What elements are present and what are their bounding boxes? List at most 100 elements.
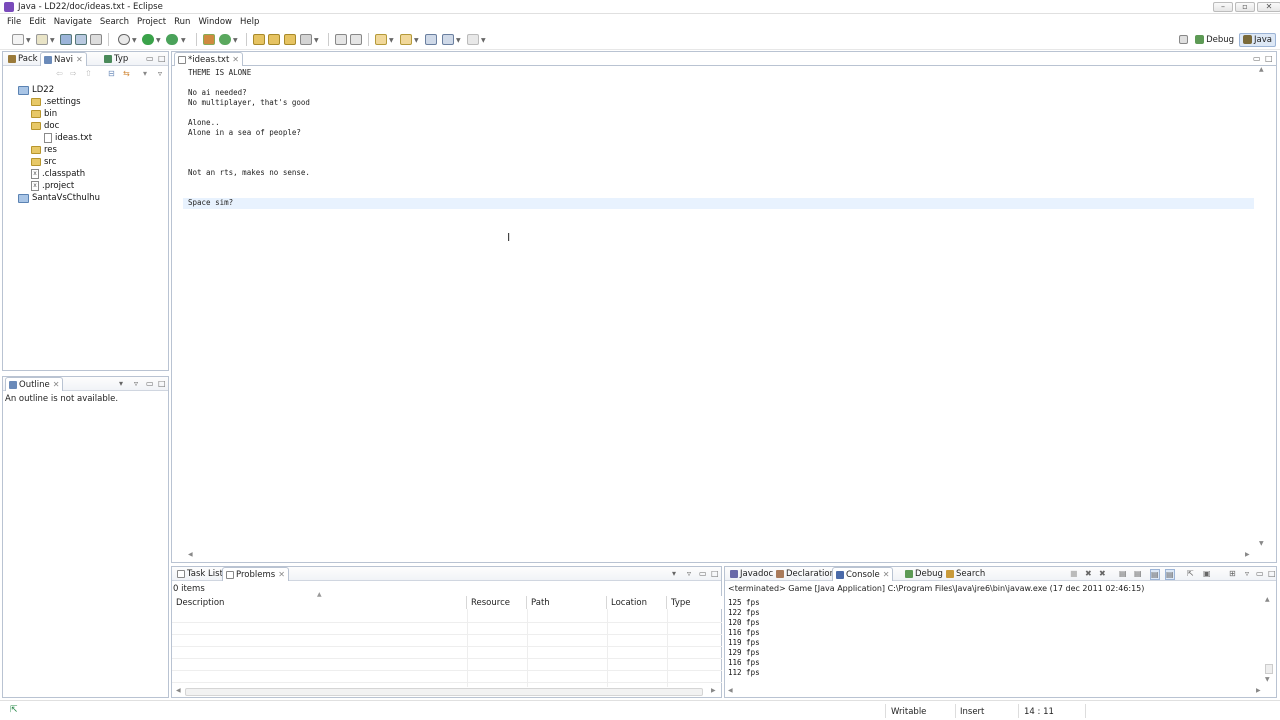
previous-annotation-icon[interactable] <box>400 34 412 45</box>
minimize-icon[interactable]: ▭ <box>146 379 154 388</box>
tree-item[interactable]: SantaVsCthulhu <box>18 192 100 204</box>
maximize-button[interactable]: ▫ <box>1235 2 1255 12</box>
forward-icon[interactable] <box>467 34 479 45</box>
minimize-icon[interactable]: ▭ <box>1256 569 1264 578</box>
tab-search[interactable]: Search <box>943 567 988 581</box>
view-menu-icon[interactable]: ▿ <box>687 569 691 578</box>
save-icon[interactable] <box>60 34 72 45</box>
collapse-all-icon[interactable]: ⊟ <box>108 69 115 78</box>
tree-item[interactable]: x .project <box>31 180 74 192</box>
open-console-icon[interactable]: ⊞ <box>1229 569 1236 578</box>
search-toolbar-icon[interactable] <box>300 34 312 45</box>
filter-icon[interactable]: ▾ <box>143 69 147 78</box>
minimize-button[interactable]: – <box>1213 2 1233 12</box>
maximize-icon[interactable]: □ <box>711 569 719 578</box>
display-console-icon[interactable]: ▣ <box>1203 569 1211 578</box>
terminate-icon[interactable]: ■ <box>1070 569 1078 578</box>
problems-horizontal-scrollbar[interactable]: ◀ ▶ <box>176 687 718 696</box>
minimize-icon[interactable]: ▭ <box>146 54 154 63</box>
menu-window[interactable]: Window <box>194 17 236 27</box>
debug-perspective-button[interactable]: Debug <box>1192 33 1237 47</box>
tree-item[interactable]: src <box>31 156 56 168</box>
menu-project[interactable]: Project <box>133 17 170 27</box>
maximize-icon[interactable]: □ <box>1268 569 1276 578</box>
close-icon[interactable]: ✕ <box>232 55 239 64</box>
forward-icon[interactable]: ⇨ <box>70 69 77 78</box>
run-icon[interactable] <box>142 34 154 45</box>
remove-all-terminated-icon[interactable]: ✖ <box>1099 569 1106 578</box>
menu-file[interactable]: File <box>3 17 25 27</box>
tab-task-list[interactable]: Task List <box>174 567 226 581</box>
open-resource-icon[interactable] <box>268 34 280 45</box>
new-java-project-icon[interactable] <box>36 34 48 45</box>
minimize-icon[interactable]: ▭ <box>1253 54 1261 63</box>
remove-launch-icon[interactable]: ✖ <box>1085 569 1092 578</box>
text-editor[interactable] <box>183 65 1254 549</box>
tree-item[interactable]: LD22 <box>18 84 54 96</box>
open-task-icon[interactable] <box>284 34 296 45</box>
console-horizontal-scrollbar[interactable]: ◀ ▶ <box>728 687 1262 696</box>
toggle-mark-occurrences-icon[interactable] <box>335 34 347 45</box>
tab-ideas-txt[interactable]: *ideas.txt ✕ <box>174 52 243 66</box>
show-on-stderr-icon[interactable]: ▤ <box>1165 569 1175 580</box>
up-icon[interactable]: ⇧ <box>85 69 92 78</box>
tab-console[interactable]: Console ✕ <box>832 567 894 581</box>
new-java-package-icon[interactable] <box>203 34 215 45</box>
fast-view-icon[interactable]: ⇱ <box>10 705 20 715</box>
menu-help[interactable]: Help <box>236 17 263 27</box>
column-resource[interactable]: Resource <box>467 596 527 609</box>
tab-package-explorer[interactable]: Pack <box>5 52 41 66</box>
editor-vertical-scrollbar[interactable]: ▲ ▼ <box>1258 66 1268 550</box>
save-all-icon[interactable] <box>75 34 87 45</box>
tab-debug[interactable]: Debug <box>902 567 946 581</box>
maximize-icon[interactable]: □ <box>1265 54 1273 63</box>
debug-icon[interactable] <box>118 34 130 45</box>
show-whitespace-icon[interactable] <box>350 34 362 45</box>
tree-item[interactable]: .settings <box>31 96 81 108</box>
tree-item[interactable]: res <box>31 144 57 156</box>
back-icon[interactable] <box>442 34 454 45</box>
print-icon[interactable] <box>90 34 102 45</box>
column-type[interactable]: Type <box>667 596 722 609</box>
tab-declaration[interactable]: Declaration <box>773 567 838 581</box>
tab-javadoc[interactable]: Javadoc <box>727 567 776 581</box>
tree-item[interactable]: bin <box>31 108 57 120</box>
tab-problems[interactable]: Problems ✕ <box>222 567 289 581</box>
tab-type-hierarchy[interactable]: Typ <box>101 52 131 66</box>
java-perspective-button[interactable]: Java <box>1239 32 1276 47</box>
view-toolbar-icon[interactable]: ▾ <box>119 379 123 388</box>
pin-console-icon[interactable]: ⇱ <box>1187 569 1194 578</box>
close-icon[interactable]: ✕ <box>53 380 60 389</box>
new-java-class-icon[interactable] <box>219 34 231 45</box>
run-external-tool-icon[interactable] <box>166 34 178 45</box>
clear-console-icon[interactable]: ▤ <box>1119 569 1127 578</box>
close-button[interactable]: ✕ <box>1257 2 1280 12</box>
tab-navigator[interactable]: Navi ✕ <box>40 52 87 66</box>
tree-item[interactable]: x .classpath <box>31 168 85 180</box>
tree-item[interactable]: doc <box>31 120 59 132</box>
menu-run[interactable]: Run <box>170 17 194 27</box>
filter-icon[interactable]: ▾ <box>672 569 676 578</box>
view-menu-icon[interactable]: ▿ <box>158 69 162 78</box>
next-annotation-icon[interactable] <box>375 34 387 45</box>
open-type-icon[interactable] <box>253 34 265 45</box>
close-icon[interactable]: ✕ <box>883 570 890 579</box>
minimize-icon[interactable]: ▭ <box>699 569 707 578</box>
show-on-stdout-icon[interactable]: ▤ <box>1150 569 1160 580</box>
close-icon[interactable]: ✕ <box>76 55 83 64</box>
column-location[interactable]: Location <box>607 596 667 609</box>
column-path[interactable]: Path <box>527 596 607 609</box>
view-menu-icon[interactable]: ▿ <box>1245 569 1249 578</box>
menu-search[interactable]: Search <box>96 17 133 27</box>
console-vertical-scrollbar[interactable]: ▲ ▼ <box>1264 596 1274 684</box>
close-icon[interactable]: ✕ <box>278 570 285 579</box>
open-perspective-icon[interactable] <box>1179 35 1189 44</box>
new-icon[interactable] <box>12 34 24 45</box>
view-menu-icon[interactable]: ▿ <box>134 379 138 388</box>
editor-horizontal-scrollbar[interactable]: ◀ ▶ <box>183 551 1254 560</box>
scroll-lock-icon[interactable]: ▤ <box>1134 569 1142 578</box>
tree-item[interactable]: ideas.txt <box>44 132 92 144</box>
maximize-icon[interactable]: □ <box>158 379 166 388</box>
tab-outline[interactable]: Outline ✕ <box>5 377 64 391</box>
last-edit-location-icon[interactable] <box>425 34 437 45</box>
